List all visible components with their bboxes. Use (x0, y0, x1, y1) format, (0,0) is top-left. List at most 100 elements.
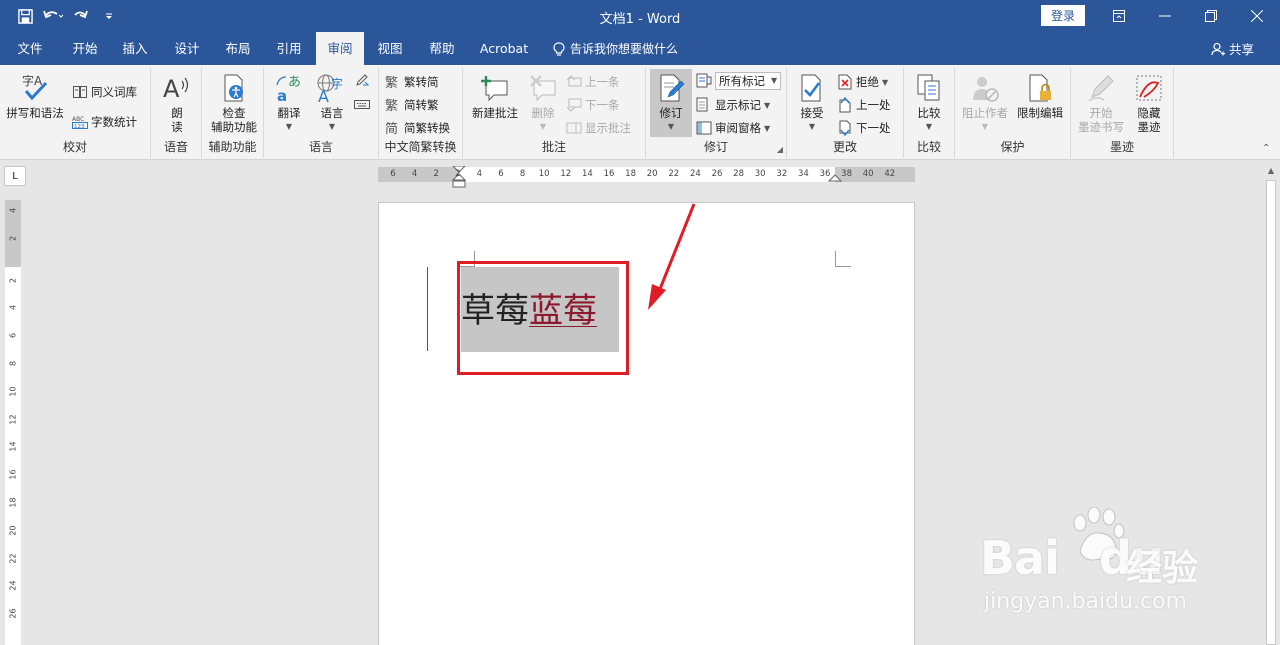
new-comment-label: 新建批注 (472, 106, 518, 120)
tab-insert[interactable]: 插入 (113, 32, 157, 65)
tab-layout[interactable]: 布局 (216, 32, 260, 65)
ribbon-display-options-icon[interactable] (1096, 0, 1142, 32)
watermark-brand-cn: 经验 (1126, 548, 1199, 589)
show-markup-label: 显示标记 (715, 98, 761, 112)
track-changes-button[interactable]: 修订 ▼ (650, 69, 692, 137)
tab-help[interactable]: 帮助 (420, 32, 464, 65)
language-button[interactable]: 字A 语言 ▼ (312, 72, 352, 134)
change-bar (427, 267, 428, 351)
keyboard-language-icon[interactable] (354, 93, 370, 113)
chinese-conversion-label: 简繁转换 (404, 121, 450, 135)
restore-icon[interactable] (1188, 0, 1234, 32)
delete-comment-label: 删除 (531, 106, 555, 120)
ruler-tick-label: 38 (841, 169, 852, 179)
group-label-accessibility: 辅助功能 (208, 140, 257, 154)
read-aloud-icon: A (161, 72, 193, 104)
tab-view[interactable]: 视图 (368, 32, 412, 65)
watermark-url: jingyan.baidu.com (984, 589, 1188, 614)
vertical-scrollbar[interactable]: ▲ (1262, 160, 1280, 645)
ruler-tick-label: 42 (884, 169, 896, 179)
accept-button[interactable]: 接受 ▼ (793, 72, 831, 134)
ruler-tick-label: 16 (8, 469, 18, 480)
group-label-speech: 语音 (163, 140, 188, 154)
show-markup-dropdown-icon: ▼ (764, 100, 771, 110)
language-dropdown-icon: ▼ (328, 122, 336, 131)
ribbon: 字A 拼写和语法 同义词库 ABC 123 字数统计 校对 A 朗 读 语音 检… (0, 65, 1280, 160)
show-comments-button[interactable]: 显示批注 (566, 118, 631, 138)
read-aloud-button[interactable]: A 朗 读 (159, 72, 195, 134)
ruler-tick-label: 16 (603, 169, 615, 179)
ruler-tick-label: 26 (8, 608, 18, 619)
svg-text:あ: あ (288, 75, 301, 90)
check-accessibility-label: 检查 辅助功能 (211, 106, 257, 134)
tab-file[interactable]: 文件 (8, 32, 52, 65)
tab-design[interactable]: 设计 (165, 32, 209, 65)
ruler-tick-label: 18 (8, 497, 18, 508)
tab-home[interactable]: 开始 (62, 32, 108, 65)
tab-review[interactable]: 审阅 (316, 32, 364, 65)
simplified-to-traditional-button[interactable]: 繁 简转繁 (385, 95, 439, 115)
tab-references[interactable]: 引用 (267, 32, 311, 65)
accessibility-icon (218, 72, 250, 104)
previous-change-label: 上一处 (856, 98, 891, 112)
svg-text:字A: 字A (22, 73, 43, 88)
close-icon[interactable] (1234, 0, 1280, 32)
delete-dropdown-icon: ▼ (539, 122, 547, 131)
thesaurus-button[interactable]: 同义词库 (72, 82, 137, 102)
svg-text:简: 简 (385, 121, 398, 136)
group-label-chinese: 中文简繁转换 (384, 140, 457, 154)
new-comment-button[interactable]: 新建批注 (467, 72, 523, 120)
spelling-grammar-button[interactable]: 字A 拼写和语法 (4, 72, 66, 120)
horizontal-ruler[interactable]: 6 4 2 2 4 6 8 10 12 14 16 18 20 22 24 26 28 30 32 34 36 38 40 4… (378, 166, 915, 188)
next-comment-button[interactable]: 下一条 (566, 95, 620, 115)
reviewing-pane-button[interactable]: 审阅窗格 ▼ (696, 118, 770, 138)
collapse-ribbon-icon[interactable]: ⌃ (1262, 143, 1270, 154)
group-comments: 新建批注 删除 ▼ 上一条 下一条 显示批注 批注 (463, 68, 646, 158)
tell-me-search[interactable]: 告诉我你想要做什么 (553, 32, 678, 65)
reject-icon (837, 74, 853, 90)
markup-view-dropdown[interactable]: 所有标记 ▼ (696, 71, 782, 91)
delete-comment-icon (527, 72, 559, 104)
document-title: 文档1 - Word (599, 12, 681, 27)
vertical-ruler[interactable]: 4 2 2 4 6 8 10 12 14 16 18 20 22 24 26 (5, 200, 21, 645)
minimize-icon[interactable] (1142, 0, 1188, 32)
hide-ink-button[interactable]: 隐藏 墨迹 (1129, 72, 1169, 134)
translate-button[interactable]: あa 翻译 ▼ (270, 72, 308, 134)
login-button[interactable]: 登录 (1041, 5, 1085, 26)
start-inking-button[interactable]: 开始 墨迹书写 (1073, 72, 1129, 134)
restrict-editing-button[interactable]: 限制编辑 (1013, 72, 1067, 120)
group-tracking: 修订 ▼ 所有标记 ▼ 显示标记 ▼ 审阅窗格 ▼ ◢ 修订 (646, 68, 787, 158)
word-count-button[interactable]: ABC 123 字数统计 (72, 112, 137, 132)
restrict-editing-label: 限制编辑 (1017, 106, 1063, 120)
check-accessibility-button[interactable]: 检查 辅助功能 (206, 72, 262, 134)
previous-change-button[interactable]: 上一处 (837, 95, 891, 115)
tab-acrobat[interactable]: Acrobat (474, 32, 534, 65)
compare-button[interactable]: 比较 ▼ (910, 72, 948, 134)
chinese-conversion-button[interactable]: 简 简繁转换 (385, 118, 450, 138)
pen-language-icon[interactable] (354, 70, 370, 90)
markup-select[interactable]: 所有标记 ▼ (715, 72, 782, 90)
ruler-tick-label: 40 (862, 169, 874, 179)
delete-comment-button[interactable]: 删除 ▼ (523, 72, 563, 134)
scroll-thumb[interactable] (1266, 180, 1276, 645)
reject-button[interactable]: 拒绝 ▼ (837, 72, 888, 92)
person-icon (1211, 42, 1225, 55)
ruler-tick-label: 4 (411, 169, 418, 179)
scroll-up-icon[interactable]: ▲ (1262, 162, 1280, 178)
previous-comment-button[interactable]: 上一条 (566, 72, 620, 92)
annotation-arrow-icon (648, 203, 696, 310)
share-button[interactable]: 共享 (1211, 32, 1254, 65)
translate-dropdown-icon: ▼ (285, 122, 293, 131)
block-authors-dropdown-icon: ▼ (981, 122, 989, 131)
tab-selector[interactable]: L (4, 166, 26, 186)
word-count-label: 字数统计 (91, 115, 137, 129)
title-bar: 文档1 - Word 登录 (0, 0, 1280, 32)
block-authors-button[interactable]: 阻止作者 ▼ (959, 72, 1011, 134)
ruler-tick-label: 2 (8, 235, 18, 241)
next-change-button[interactable]: 下一处 (837, 118, 891, 138)
chinese-conversion-icon: 简 (385, 120, 401, 136)
traditional-to-simplified-button[interactable]: 繁 繁转简 (385, 72, 439, 92)
show-markup-button[interactable]: 显示标记 ▼ (696, 95, 770, 115)
reviewing-pane-dropdown-icon: ▼ (764, 123, 771, 133)
ruler-tick-label: 32 (776, 169, 788, 179)
